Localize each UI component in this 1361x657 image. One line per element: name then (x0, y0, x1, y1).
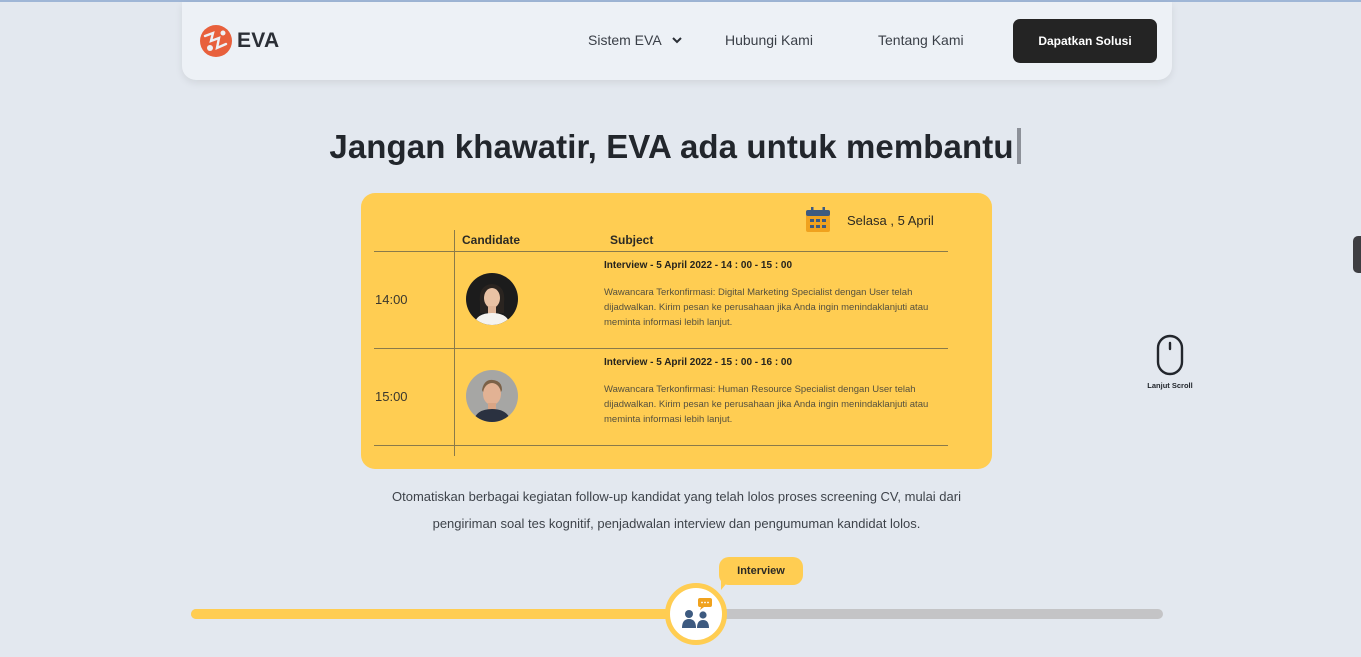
interview-title: Interview - 5 April 2022 - 15 : 00 - 16 … (604, 357, 793, 368)
headline-text: Jangan khawatir, EVA ada untuk membantu (329, 128, 1014, 165)
scroll-hint[interactable]: Lanjut Scroll (1140, 334, 1200, 390)
mouse-scroll-icon (1156, 334, 1184, 376)
chevron-down-icon (671, 37, 682, 44)
interview-description: Wawancara Terkonfirmasi: Human Resource … (604, 384, 929, 425)
row-divider (374, 348, 948, 349)
typing-caret (1016, 128, 1021, 164)
nav-tentang-kami[interactable]: Tentang Kami (878, 32, 964, 48)
row-divider (374, 445, 948, 446)
scroll-hint-label: Lanjut Scroll (1147, 381, 1193, 390)
nav-sistem-eva-label: Sistem EVA (588, 32, 662, 48)
date-label: Selasa , 5 April (847, 212, 934, 228)
candidate-photo-male-icon (466, 370, 518, 422)
schedule-date: Selasa , 5 April (805, 207, 934, 233)
candidate-avatar (466, 273, 518, 325)
nav-sistem-eva[interactable]: Sistem EVA (588, 32, 683, 48)
row-time: 14:00 (375, 292, 408, 307)
brand-name: EVA (237, 29, 280, 52)
subject-column-header: Subject (610, 233, 654, 247)
navbar: EVA Sistem EVA Hubungi Kami Tentang Kami… (182, 2, 1172, 80)
candidate-photo-female-icon (466, 273, 518, 325)
feature-description: Otomatiskan berbagai kegiatan follow-up … (392, 489, 961, 531)
row-time: 15:00 (375, 389, 408, 404)
side-scroll-handle[interactable] (1353, 236, 1361, 273)
schedule-card: Selasa , 5 April Candidate Subject 14:00… (361, 193, 992, 469)
eva-logo-icon (200, 25, 232, 57)
candidate-avatar (466, 370, 518, 422)
interview-people-icon (682, 598, 712, 628)
progress-fill (191, 609, 697, 619)
candidate-column-header: Candidate (462, 233, 521, 247)
interview-description: Wawancara Terkonfirmasi: Digital Marketi… (604, 287, 929, 328)
progress-stage-label: Interview (719, 557, 803, 585)
dapatkan-solusi-button[interactable]: Dapatkan Solusi (1013, 19, 1157, 63)
page-headline: Jangan khawatir, EVA ada untuk membantu (0, 128, 1350, 166)
brand-logo[interactable]: EVA (199, 24, 280, 58)
column-divider (454, 230, 455, 456)
interview-title: Interview - 5 April 2022 - 14 : 00 - 15 … (604, 260, 793, 271)
row-divider (374, 251, 948, 252)
progress-knob[interactable] (665, 583, 727, 645)
calendar-icon (806, 207, 830, 232)
nav-hubungi-kami[interactable]: Hubungi Kami (725, 32, 813, 48)
